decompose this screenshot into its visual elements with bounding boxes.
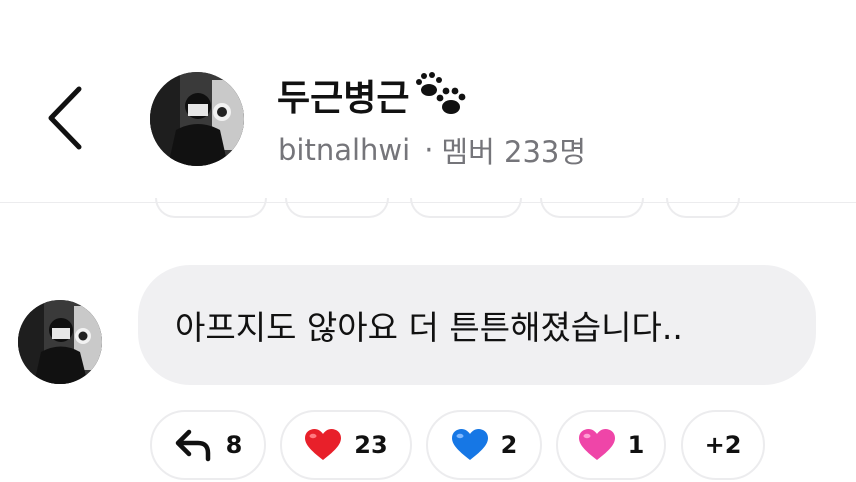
pink-heart-icon (578, 428, 616, 462)
member-count: 멤버 233명 (441, 135, 587, 169)
message-bubble[interactable]: 아프지도 않아요 더 튼튼해졌습니다.. (138, 265, 816, 385)
blue-heart-count: 2 (500, 431, 518, 459)
previous-reaction-pill (666, 198, 740, 218)
reply-button[interactable]: 8 (150, 410, 266, 480)
separator-dot: · (424, 133, 434, 167)
sender-avatar[interactable] (18, 300, 102, 384)
previous-reaction-pill (540, 198, 644, 218)
red-heart-count: 23 (354, 431, 388, 459)
group-avatar[interactable] (150, 72, 244, 166)
previous-reaction-pill (410, 198, 522, 218)
group-name: 두근병근 (277, 78, 410, 119)
reaction-pink-heart[interactable]: 1 (556, 410, 666, 480)
chat-header: 두근병근 bitnalhwi · 멤버 233명 (0, 0, 856, 203)
more-reactions-button[interactable]: +2 (681, 410, 765, 480)
pink-heart-count: 1 (627, 431, 645, 459)
previous-reaction-pill (155, 198, 267, 218)
reply-arrow-icon (174, 428, 214, 462)
chevron-left-icon (48, 86, 82, 150)
blue-heart-icon (451, 428, 489, 462)
message-text: 아프지도 않아요 더 튼튼해졌습니다.. (175, 308, 683, 347)
group-title[interactable]: 두근병근 (277, 70, 471, 120)
back-button[interactable] (40, 80, 90, 156)
group-handle: bitnalhwi (278, 133, 411, 167)
reaction-red-heart[interactable]: 23 (280, 410, 412, 480)
more-reactions-count: +2 (704, 431, 742, 459)
red-heart-icon (304, 428, 342, 462)
reply-count: 8 (225, 431, 243, 459)
reaction-blue-heart[interactable]: 2 (426, 410, 542, 480)
group-subtitle: bitnalhwi · 멤버 233명 (278, 130, 586, 170)
previous-reaction-pill (285, 198, 389, 218)
paw-prints-icon (416, 72, 466, 114)
